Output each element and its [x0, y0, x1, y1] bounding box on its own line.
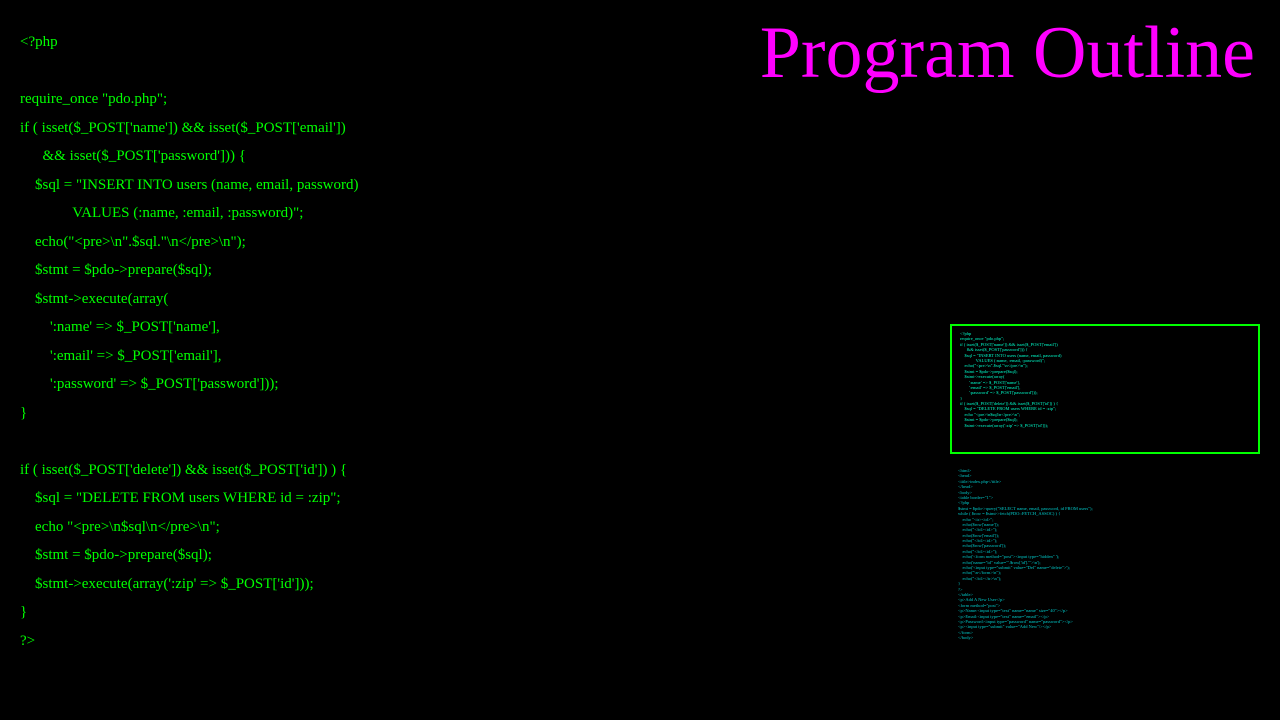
- thumbnail-highlight-box: <?php require_once "pdo.php"; if ( isset…: [950, 324, 1260, 454]
- slide-title: Program Outline: [760, 15, 1255, 93]
- thumbnail-bottom-code: <html> <head> <title>index.php</title> <…: [950, 464, 1260, 645]
- thumbnail-top-code: <?php require_once "pdo.php"; if ( isset…: [960, 331, 1250, 428]
- php-code-block: <?php require_once "pdo.php"; if ( isset…: [20, 28, 359, 655]
